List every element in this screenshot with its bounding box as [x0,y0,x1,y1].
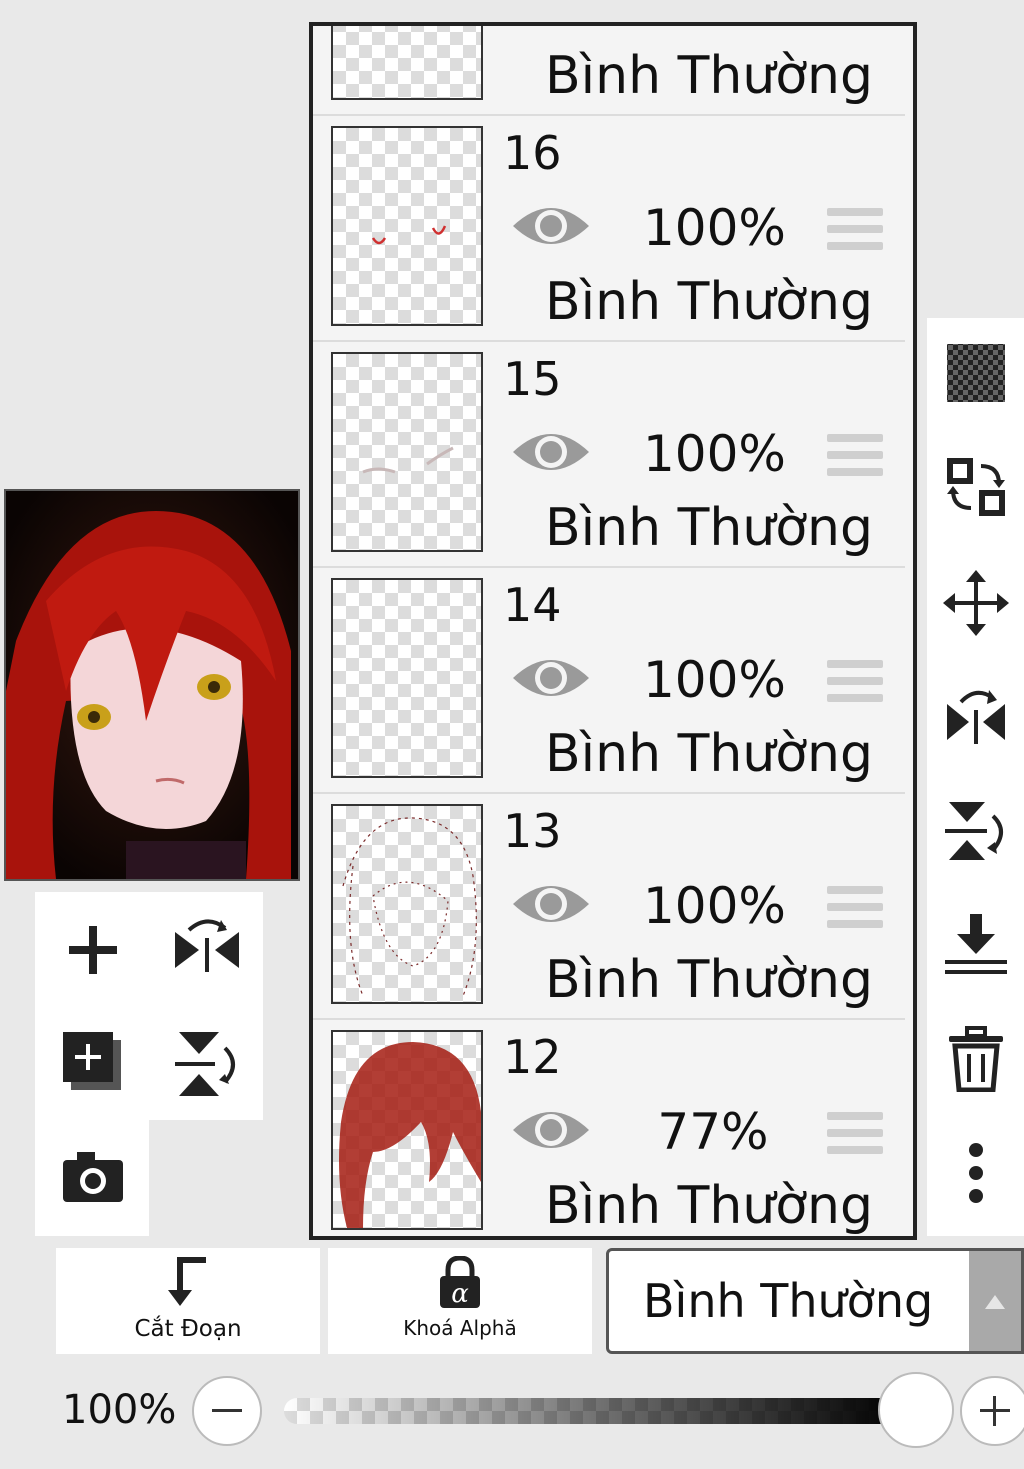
layer-row[interactable]: Bình Thường [313,26,905,117]
visibility-eye-icon[interactable] [511,876,591,932]
drag-handle-icon[interactable] [827,434,883,480]
blend-mode-value: Bình Thường [643,1274,934,1328]
drag-handle-icon[interactable] [827,660,883,706]
clip-arrow-icon [168,1257,206,1306]
opacity-value: 100% [62,1387,177,1433]
layer-thumbnail [331,126,483,326]
camera-tool-panel [35,1120,149,1236]
drag-handle-icon[interactable] [827,1112,883,1158]
layer-row[interactable]: 13 100% Bình Thường [313,794,905,1021]
opacity-slider[interactable] [284,1398,904,1424]
layer-number: 16 [503,126,562,180]
canvas-preview[interactable] [4,489,300,881]
layer-blend-mode: Bình Thường [545,950,874,1010]
layer-opacity: 100% [643,877,786,935]
layer-blend-mode: Bình Thường [545,1176,874,1236]
layer-blend-mode: Bình Thường [545,498,874,558]
layer-opacity: 77% [657,1103,769,1161]
flip-horizontal-icon[interactable] [167,910,247,990]
visibility-eye-icon[interactable] [511,198,591,254]
layer-thumbnail [331,578,483,778]
add-layer-icon[interactable] [53,910,133,990]
layer-number: 15 [503,352,562,406]
layer-blend-mode: Bình Thường [545,46,874,106]
right-toolbar [927,318,1024,1236]
layer-blend-mode: Bình Thường [545,724,874,784]
minus-icon [212,1409,242,1412]
transparency-icon[interactable] [943,340,1009,406]
opacity-slider-gradient [284,1398,904,1424]
drag-handle-icon[interactable] [827,886,883,932]
increase-opacity-button[interactable] [960,1376,1024,1446]
chevron-up-icon[interactable] [969,1251,1021,1351]
merge-down-icon[interactable] [943,912,1009,978]
alpha-lock-button[interactable]: α Khoá Alphă [328,1248,592,1354]
svg-text:α: α [451,1279,469,1309]
layer-number: 12 [503,1030,562,1084]
clipping-label: Cắt Đoạn [134,1316,242,1342]
opacity-slider-thumb[interactable] [878,1372,954,1448]
layer-row[interactable]: 16 100% Bình Thường [313,116,905,343]
more-vert-icon[interactable] [943,1140,1009,1206]
layer-opacity: 100% [643,199,786,257]
layer-opacity: 100% [643,651,786,709]
clipping-button[interactable]: Cắt Đoạn [56,1248,320,1354]
layer-row[interactable]: 15 100% Bình Thường [313,342,905,569]
trash-icon[interactable] [943,1026,1009,1093]
layer-thumbnail [331,352,483,552]
flip-vertical-icon[interactable] [167,1024,247,1104]
layer-thumbnail [331,804,483,1004]
layer-number: 13 [503,804,562,858]
move-icon[interactable] [943,570,1009,636]
layer-number: 14 [503,578,562,632]
lock-icon: α [440,1256,480,1309]
layer-list[interactable]: Bình Thường 16 100% Bình Thường 15 100% … [309,22,917,1240]
visibility-eye-icon[interactable] [511,424,591,480]
camera-icon[interactable] [53,1138,133,1218]
layer-opacity: 100% [643,425,786,483]
layer-tools-panel [35,892,263,1120]
flip-horizontal-icon[interactable] [943,684,1009,750]
layer-thumbnail [331,1030,483,1230]
add-layer-copy-icon[interactable] [53,1024,133,1104]
decrease-opacity-button[interactable] [192,1376,262,1446]
alpha-lock-label: Khoá Alphă [403,1316,517,1340]
blend-mode-select[interactable]: Bình Thường [606,1248,1024,1354]
layer-blend-mode: Bình Thường [545,272,874,332]
drag-handle-icon[interactable] [827,208,883,254]
swap-layers-icon[interactable] [943,454,1009,520]
layer-row[interactable]: 14 100% Bình Thường [313,568,905,795]
visibility-eye-icon[interactable] [511,1102,591,1158]
plus-icon [980,1396,1010,1426]
visibility-eye-icon[interactable] [511,650,591,706]
layer-thumbnail [331,26,483,100]
flip-vertical-icon[interactable] [943,798,1009,864]
layer-row[interactable]: 12 77% Bình Thường [313,1020,905,1236]
